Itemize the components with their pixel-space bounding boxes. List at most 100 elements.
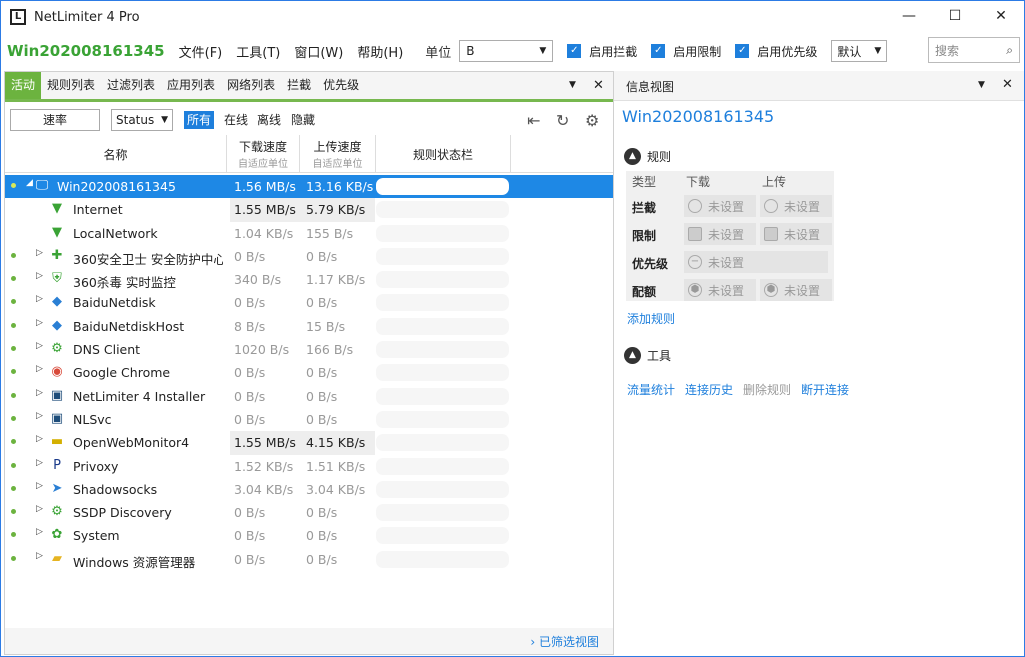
refresh-icon[interactable]: ↻ — [556, 111, 569, 130]
limit-upload-cell[interactable]: 未设置 — [760, 223, 832, 245]
enable-block-checkbox[interactable]: ✓ 启用拦截 — [567, 43, 637, 60]
tab-network-list[interactable]: 网络列表 — [221, 72, 281, 99]
360-antivirus-icon: ⛨ — [52, 271, 62, 287]
table-row[interactable]: ▷ ⛨ 360杀毒 实时监控 340 B/s 1.17 KB/s — [5, 268, 613, 291]
panel-close-icon[interactable]: ✕ — [1002, 77, 1013, 92]
table-row[interactable]: ◢ 🖵 Win202008161345 1.56 MB/s 13.16 KB/s — [5, 175, 613, 199]
system-icon: ✿ — [51, 527, 63, 543]
table-row[interactable]: ▷ ⚙ DNS Client 1020 B/s 166 B/s — [5, 338, 613, 361]
block-download-cell[interactable]: 未设置 — [684, 195, 756, 217]
online-dot-icon — [11, 439, 16, 445]
tab-priority[interactable]: 优先级 — [317, 72, 365, 99]
expand-icon[interactable]: ▷ — [36, 364, 43, 374]
filter-online[interactable]: 在线 — [221, 111, 251, 129]
add-rule-link[interactable]: 添加规则 — [627, 310, 675, 327]
online-dot-icon — [11, 392, 16, 398]
rate-button[interactable]: 速率 — [10, 109, 100, 131]
enable-limit-checkbox[interactable]: ✓ 启用限制 — [651, 43, 721, 60]
tools-section-header[interactable]: ▲ 工具 — [624, 347, 671, 364]
expand-icon[interactable]: ▷ — [36, 504, 43, 514]
menu-tools[interactable]: 工具(T) — [236, 42, 280, 61]
quota-download-cell[interactable]: ⬢ 未设置 — [684, 279, 756, 301]
menu-window[interactable]: 窗口(W) — [294, 42, 343, 61]
unit-select[interactable]: B ▼ — [459, 40, 554, 62]
panel-menu-chevron-icon[interactable]: ▼ — [978, 80, 985, 90]
traffic-stats-link[interactable]: 流量统计 — [627, 381, 675, 398]
tab-rule-list[interactable]: 规则列表 — [41, 72, 101, 99]
table-row[interactable]: ▷ ▣ NetLimiter 4 Installer 0 B/s 0 B/s — [5, 385, 613, 408]
row-name: OpenWebMonitor4 — [73, 435, 190, 451]
panel-menu-chevron-icon[interactable]: ▼ — [569, 72, 576, 99]
row-download-speed: 340 B/s — [234, 272, 282, 288]
expand-icon[interactable]: ▷ — [36, 458, 43, 468]
table-row[interactable]: ▷ ✿ System 0 B/s 0 B/s — [5, 524, 613, 547]
disconnect-link[interactable]: 断开连接 — [801, 381, 849, 398]
expand-icon[interactable]: ▷ — [36, 481, 43, 491]
expand-icon[interactable]: ▷ — [36, 271, 43, 281]
row-download-speed: 8 B/s — [234, 318, 266, 334]
rule-status-bar — [376, 434, 509, 452]
filtered-view-link[interactable]: › 已筛选视图 — [530, 633, 599, 650]
table-row[interactable]: ▷ P Privoxy 1.52 KB/s 1.51 KB/s — [5, 455, 613, 478]
table-row[interactable]: ▷ ◆ BaiduNetdisk 0 B/s 0 B/s — [5, 291, 613, 314]
unset-text: 未设置 — [784, 227, 821, 242]
table-row[interactable]: ▷ ▬ OpenWebMonitor4 1.55 MB/s 4.15 KB/s — [5, 431, 613, 455]
maximize-button[interactable]: ☐ — [932, 1, 978, 31]
search-input[interactable]: 搜索 ⌕ — [928, 37, 1020, 63]
priority-select[interactable]: 默认 ▼ — [831, 40, 888, 62]
column-download[interactable]: 下载速度 自适应单位 — [227, 135, 300, 173]
online-dot-icon — [11, 299, 16, 305]
online-dot-icon — [11, 485, 16, 491]
expand-icon[interactable]: ▷ — [36, 527, 43, 537]
table-row[interactable]: ▷ ➤ Shadowsocks 3.04 KB/s 3.04 KB/s — [5, 478, 613, 501]
column-rule-status[interactable]: 规则状态栏 — [376, 135, 511, 173]
enable-priority-checkbox[interactable]: ✓ 启用优先级 — [735, 43, 817, 60]
tab-block[interactable]: 拦截 — [281, 72, 317, 99]
quota-upload-cell[interactable]: ⬢ 未设置 — [760, 279, 832, 301]
table-row[interactable]: ▼ Internet 1.55 MB/s 5.79 KB/s — [5, 198, 613, 222]
collapse-icon[interactable]: ◢ — [26, 178, 33, 188]
table-row[interactable]: ▷ ⚙ SSDP Discovery 0 B/s 0 B/s — [5, 501, 613, 524]
tab-activity[interactable]: 活动 — [5, 72, 42, 99]
table-row[interactable]: ▷ ▰ Windows 资源管理器 0 B/s 0 B/s — [5, 548, 613, 571]
table-row[interactable]: ▷ ✚ 360安全卫士 安全防护中心模块 0 B/s 0 B/s — [5, 245, 613, 268]
expand-icon[interactable]: ▷ — [36, 294, 43, 304]
expand-icon[interactable]: ▷ — [36, 411, 43, 421]
minimize-button[interactable]: — — [886, 1, 932, 31]
minus-circle-icon: − — [688, 255, 702, 269]
filter-offline[interactable]: 离线 — [254, 111, 284, 129]
column-upload[interactable]: 上传速度 自适应单位 — [300, 135, 376, 173]
expand-icon[interactable]: ▷ — [36, 551, 43, 561]
tab-app-list[interactable]: 应用列表 — [161, 72, 221, 99]
grid-quota-label: 配额 — [632, 285, 657, 299]
table-row[interactable]: ▷ ▣ NLSvc 0 B/s 0 B/s — [5, 408, 613, 431]
table-row[interactable]: ▷ ◉ Google Chrome 0 B/s 0 B/s — [5, 361, 613, 384]
collapse-icon[interactable]: ⇤ — [527, 111, 540, 130]
tab-filter-list[interactable]: 过滤列表 — [101, 72, 161, 99]
table-row[interactable]: ▼ LocalNetwork 1.04 KB/s 155 B/s — [5, 222, 613, 245]
delete-rule-link[interactable]: 删除规则 — [743, 381, 791, 398]
limit-download-cell[interactable]: 未设置 — [684, 223, 756, 245]
expand-icon[interactable]: ▷ — [36, 341, 43, 351]
expand-icon[interactable]: ▷ — [36, 318, 43, 328]
filter-icon: ▼ — [52, 224, 62, 240]
filter-hidden[interactable]: 隐藏 — [288, 111, 318, 129]
priority-cell[interactable]: − 未设置 — [684, 251, 828, 273]
expand-icon[interactable]: ▷ — [36, 388, 43, 398]
menu-file[interactable]: 文件(F) — [179, 42, 223, 61]
block-upload-cell[interactable]: 未设置 — [760, 195, 832, 217]
expand-icon[interactable]: ▷ — [36, 434, 43, 444]
square-icon — [764, 227, 778, 241]
connection-history-link[interactable]: 连接历史 — [685, 381, 733, 398]
menu-help[interactable]: 帮助(H) — [357, 42, 403, 61]
table-row[interactable]: ▷ ◆ BaiduNetdiskHost 8 B/s 15 B/s — [5, 315, 613, 338]
close-button[interactable]: ✕ — [978, 1, 1024, 31]
row-download-speed: 0 B/s — [234, 248, 266, 264]
filter-all[interactable]: 所有 — [184, 111, 215, 129]
column-name[interactable]: 名称 — [5, 135, 227, 173]
expand-icon[interactable]: ▷ — [36, 248, 43, 258]
status-select[interactable]: Status ▼ — [111, 109, 173, 131]
panel-close-icon[interactable]: ✕ — [593, 72, 604, 99]
rules-section-header[interactable]: ▲ 规则 — [624, 148, 671, 165]
gear-icon[interactable]: ⚙ — [585, 111, 599, 130]
